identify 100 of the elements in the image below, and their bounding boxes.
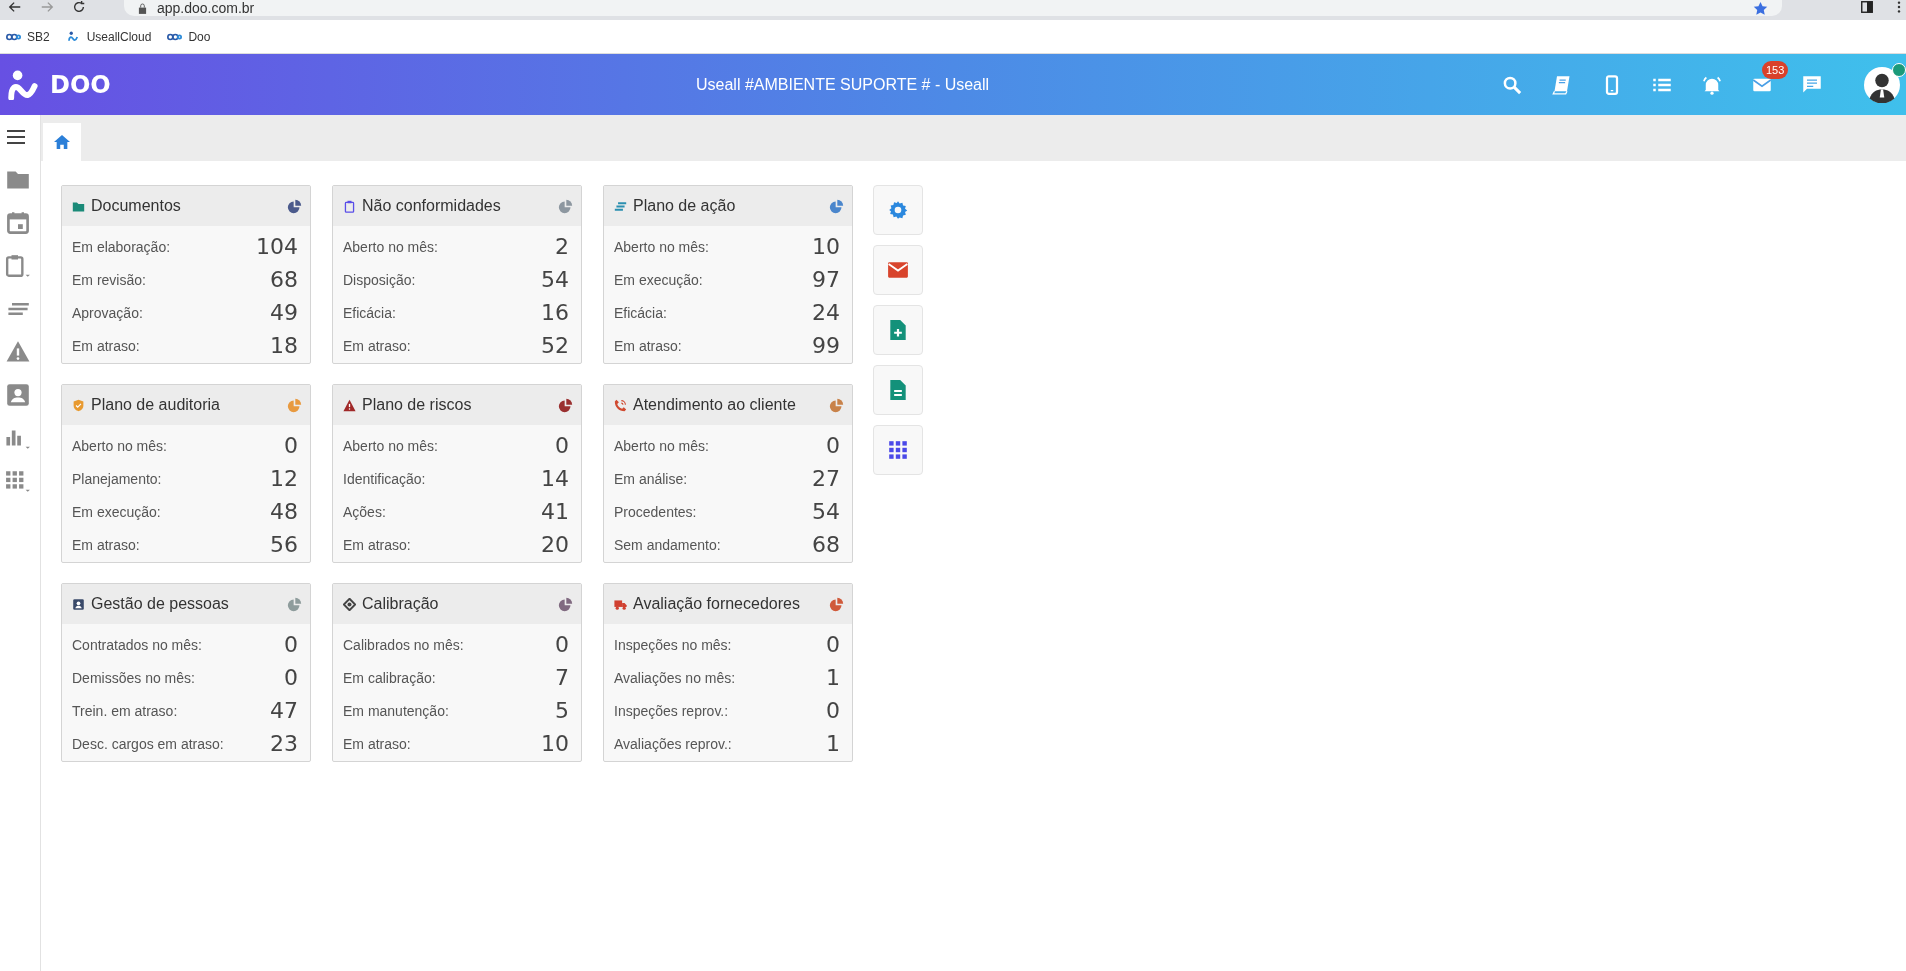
metric-label: Demissões no mês: bbox=[72, 669, 195, 686]
card-title: Plano de ação bbox=[633, 197, 737, 215]
metric-value[interactable]: 18 bbox=[270, 333, 298, 358]
metric-value[interactable]: 54 bbox=[812, 499, 840, 524]
metric-value[interactable]: 1 bbox=[826, 731, 840, 756]
metric-label: Identificação: bbox=[343, 470, 426, 487]
document-button[interactable] bbox=[873, 365, 923, 415]
metric-value[interactable]: 1 bbox=[826, 665, 840, 690]
star-icon[interactable] bbox=[1753, 0, 1768, 16]
apps-grid-button[interactable] bbox=[873, 425, 923, 475]
pie-chart-icon[interactable] bbox=[829, 198, 844, 214]
menu-icon[interactable] bbox=[5, 129, 27, 145]
grid-dropdown-icon[interactable] bbox=[5, 469, 31, 493]
pie-chart-icon[interactable] bbox=[558, 596, 573, 612]
metric-value[interactable]: 41 bbox=[541, 499, 569, 524]
metric-value[interactable]: 0 bbox=[826, 433, 840, 458]
metric-value[interactable]: 48 bbox=[270, 499, 298, 524]
metric-value[interactable]: 97 bbox=[812, 267, 840, 292]
metric-label: Em atraso: bbox=[343, 536, 411, 553]
metric-value[interactable]: 10 bbox=[541, 731, 569, 756]
status-dot bbox=[1892, 62, 1906, 77]
forward-arrow-icon[interactable] bbox=[40, 0, 54, 14]
pie-chart-icon[interactable] bbox=[829, 397, 844, 413]
card-title: Calibração bbox=[362, 595, 440, 613]
metric-value[interactable]: 0 bbox=[555, 632, 569, 657]
metric-value[interactable]: 12 bbox=[270, 466, 298, 491]
metric-label: Avaliações no mês: bbox=[614, 669, 736, 686]
metric-value[interactable]: 56 bbox=[270, 532, 298, 557]
metric-value[interactable]: 7 bbox=[555, 665, 569, 690]
metric-value[interactable]: 10 bbox=[812, 234, 840, 259]
home-icon bbox=[53, 134, 71, 150]
bookmark-link[interactable]: SB2 bbox=[6, 29, 50, 44]
metric-label: Aprovação: bbox=[72, 304, 143, 321]
metric-label: Em atraso: bbox=[343, 735, 411, 752]
warning-icon bbox=[343, 398, 356, 412]
warning-icon[interactable] bbox=[5, 340, 31, 364]
home-tab[interactable] bbox=[43, 123, 81, 161]
card-title: Gestão de pessoas bbox=[91, 595, 230, 613]
bookmark-link[interactable]: Doo bbox=[167, 29, 211, 44]
metric-value[interactable]: 49 bbox=[270, 300, 298, 325]
metric-value[interactable]: 0 bbox=[284, 433, 298, 458]
metric-value[interactable]: 47 bbox=[270, 698, 298, 723]
pie-chart-icon[interactable] bbox=[829, 596, 844, 612]
metric-value[interactable]: 0 bbox=[555, 433, 569, 458]
clipboard-dropdown-icon[interactable] bbox=[5, 254, 31, 278]
book-icon[interactable] bbox=[1552, 74, 1572, 95]
metric-label: Disposição: bbox=[343, 271, 416, 288]
metric-label: Em calibração: bbox=[343, 669, 436, 686]
lock-icon bbox=[138, 2, 147, 14]
pie-chart-icon[interactable] bbox=[558, 397, 573, 413]
metric-label: Inspeções reprov.: bbox=[614, 702, 729, 719]
metric-label: Contratados no mês: bbox=[72, 636, 202, 653]
avatar-icon[interactable] bbox=[1864, 66, 1900, 103]
metric-value[interactable]: 16 bbox=[541, 300, 569, 325]
metric-label: Procedentes: bbox=[614, 503, 697, 520]
metric-value[interactable]: 0 bbox=[826, 632, 840, 657]
file-plus-icon bbox=[887, 319, 909, 341]
metric-label: Trein. em atraso: bbox=[72, 702, 178, 719]
clipboard-icon bbox=[343, 199, 356, 213]
settings-button[interactable] bbox=[873, 185, 923, 235]
contact-card-icon[interactable] bbox=[5, 383, 31, 407]
metric-value[interactable]: 68 bbox=[270, 267, 298, 292]
metric-value[interactable]: 20 bbox=[541, 532, 569, 557]
metric-value[interactable]: 5 bbox=[555, 698, 569, 723]
metric-value[interactable]: 54 bbox=[541, 267, 569, 292]
metric-label: Aberto no mês: bbox=[72, 437, 167, 454]
metric-value[interactable]: 0 bbox=[284, 665, 298, 690]
figure-logo-icon bbox=[8, 69, 40, 100]
metric-label: Aberto no mês: bbox=[343, 238, 438, 255]
metric-value[interactable]: 23 bbox=[270, 731, 298, 756]
metric-value[interactable]: 24 bbox=[812, 300, 840, 325]
metric-value[interactable]: 104 bbox=[256, 234, 298, 259]
metric-label: Em manutenção: bbox=[343, 702, 449, 719]
side-panel-icon[interactable] bbox=[1860, 0, 1874, 14]
pie-chart-icon[interactable] bbox=[287, 198, 302, 214]
metric-label: Inspeções no mês: bbox=[614, 636, 732, 653]
grid-icon bbox=[887, 439, 909, 461]
reload-icon[interactable] bbox=[72, 0, 86, 14]
alarm-bell-icon[interactable] bbox=[1702, 74, 1722, 95]
metric-value[interactable]: 99 bbox=[812, 333, 840, 358]
metric-value[interactable]: 27 bbox=[812, 466, 840, 491]
search-icon[interactable] bbox=[1502, 74, 1522, 95]
metric-label: Desc. cargos em atraso: bbox=[72, 735, 224, 752]
card-title: Plano de auditoria bbox=[91, 396, 221, 414]
back-arrow-icon[interactable] bbox=[8, 0, 22, 14]
address-bar[interactable]: app.doo.com.br bbox=[124, 0, 1782, 16]
metric-value[interactable]: 52 bbox=[541, 333, 569, 358]
chat-icon[interactable] bbox=[1802, 74, 1822, 95]
calendar-icon[interactable] bbox=[5, 211, 31, 235]
metric-value[interactable]: 2 bbox=[555, 234, 569, 259]
mail-button[interactable] bbox=[873, 245, 923, 295]
metric-value[interactable]: 68 bbox=[812, 532, 840, 557]
new-file-button[interactable] bbox=[873, 305, 923, 355]
metric-label: Aberto no mês: bbox=[614, 238, 709, 255]
metric-value[interactable]: 0 bbox=[826, 698, 840, 723]
bookmark-link[interactable]: UseallCloud bbox=[65, 29, 152, 44]
metric-value[interactable]: 14 bbox=[541, 466, 569, 491]
person-icon bbox=[72, 597, 85, 611]
metric-value[interactable]: 0 bbox=[284, 632, 298, 657]
card-title: Avaliação fornecedores bbox=[633, 595, 801, 613]
